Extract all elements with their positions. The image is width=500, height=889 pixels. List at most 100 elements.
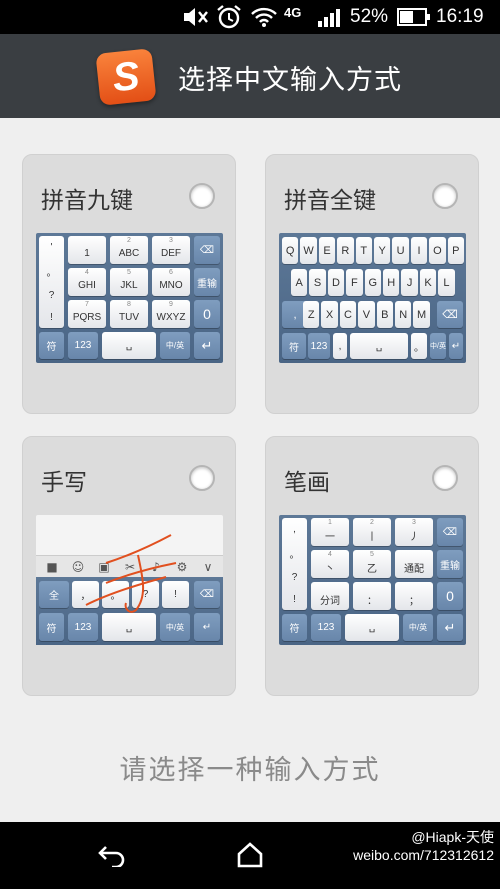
wifi-icon xyxy=(250,5,278,29)
page-title: 选择中文输入方式 xyxy=(178,65,402,96)
option-card-stroke[interactable]: 笔画 ,。?! 1一 2丨 3丿 4丶 5乙 通配 分词 ： ； ⌫ 重输 0 … xyxy=(265,436,479,696)
key: 符 xyxy=(39,613,64,641)
keyboard-preview-full-key: Q W E R T Y U I O P A S D F G H J K L, Z X C V B N M ⌫ 符 123, ␣。中/英 ↵ xyxy=(279,233,466,363)
toolbar-icon: ■ xyxy=(46,560,58,574)
key: ⌫ xyxy=(194,581,220,608)
key: 1 xyxy=(68,236,106,264)
key: 123 xyxy=(68,332,98,359)
key: A xyxy=(291,269,308,296)
key: K xyxy=(419,269,437,296)
key: 中/英 xyxy=(430,333,446,359)
clock: 16:19 xyxy=(436,6,484,27)
key: ： xyxy=(353,582,391,610)
key: B xyxy=(376,301,393,328)
key: 4 GHI xyxy=(68,268,106,296)
key: 分词 xyxy=(311,582,349,610)
key: M xyxy=(413,301,430,328)
hint-text: 请选择一种输入方式 xyxy=(119,755,381,786)
option-label: 拼音九键 xyxy=(41,188,133,214)
key: R xyxy=(337,237,354,264)
key: F xyxy=(346,269,363,296)
key: 1一 xyxy=(311,518,349,546)
key: O xyxy=(429,237,446,264)
space-key: ␣ xyxy=(102,332,156,359)
key: 8 TUV xyxy=(110,300,148,328)
key: 6 MNO xyxy=(152,268,190,296)
key: ␣ xyxy=(350,333,408,359)
mute-icon xyxy=(182,5,210,29)
punct-column: ,。?! xyxy=(282,518,307,610)
signal-icon xyxy=(316,5,346,29)
option-label: 手写 xyxy=(41,470,87,496)
battery-icon xyxy=(397,5,431,29)
space-key: ␣ xyxy=(345,614,399,641)
key: V xyxy=(358,301,375,328)
key: 4丶 xyxy=(311,550,349,578)
key: J xyxy=(401,269,418,296)
key: 符 xyxy=(282,614,307,641)
alarm-icon xyxy=(216,5,242,29)
key: P xyxy=(447,237,464,264)
watermark-handle: @Hiapk-天使 xyxy=(411,829,494,845)
navigation-bar: @Hiapk-天使 weibo.com/712312612 xyxy=(0,822,500,889)
key: N xyxy=(395,301,412,328)
key: S xyxy=(309,269,326,296)
key: ⌫ xyxy=(437,301,463,328)
watermark-url: weibo.com/712312612 xyxy=(353,847,494,863)
option-card-pinyin-nine-key[interactable]: 拼音九键 '。?! 1 2 ABC 3 DEF 4 GHI 5 JKL 6 MNO 7 PQ… xyxy=(22,154,236,414)
keyboard-preview-nine-key: '。?! 1 2 ABC 3 DEF 4 GHI 5 JKL 6 MNO 7 PQRS 8T… xyxy=(36,233,223,363)
backspace-key-icon: ⌫ xyxy=(437,518,463,546)
radio-button[interactable] xyxy=(189,183,215,209)
backspace-key-icon: ⌫ xyxy=(194,236,220,264)
back-icon[interactable] xyxy=(92,840,132,870)
key: D xyxy=(327,269,345,296)
key: 123 xyxy=(308,333,330,359)
key: 全 xyxy=(39,581,69,608)
toolbar-icon: ∨ xyxy=(203,560,213,574)
key: ↵ xyxy=(194,613,220,641)
key: , xyxy=(333,333,347,359)
handwriting-stroke-icon xyxy=(85,534,177,613)
punct-column: '。?! xyxy=(39,236,64,328)
key: 123 xyxy=(311,614,341,641)
key: 符 xyxy=(39,332,64,359)
key: 中/英 xyxy=(403,614,433,641)
keyboard-preview-stroke: ,。?! 1一 2丨 3丿 4丶 5乙 通配 分词 ： ； ⌫ 重输 0 符 1… xyxy=(279,515,466,645)
option-card-handwriting[interactable]: 手写 ■ ☺ ▣ ✂ ♪ ⚙ ∨ 全，。?! ⌫ 符 123 ␣ 中/英 ↵ xyxy=(22,436,236,696)
battery-level: 52% xyxy=(350,6,389,27)
key: G xyxy=(364,269,381,296)
key: Q xyxy=(282,237,299,264)
key: 2丨 xyxy=(353,518,391,546)
radio-button[interactable] xyxy=(432,183,458,209)
key: 。 xyxy=(411,333,427,359)
key: 2 ABC xyxy=(110,236,148,264)
key: 3丿 xyxy=(395,518,433,546)
key: U xyxy=(392,237,409,264)
sogou-logo-icon: S xyxy=(95,48,157,106)
enter-key-icon: ↵ xyxy=(194,332,220,359)
radio-button[interactable] xyxy=(432,465,458,491)
radio-button[interactable] xyxy=(189,465,215,491)
option-label: 笔画 xyxy=(284,470,330,496)
watermark: @Hiapk-天使 weibo.com/712312612 xyxy=(353,828,494,864)
option-card-pinyin-full-key[interactable]: 拼音全键 Q W E R T Y U I O P A S D F G H J K L, Z X C V B N M ⌫ 符 123, ␣。… xyxy=(265,154,479,414)
key: 中/英 xyxy=(160,332,190,359)
home-icon[interactable] xyxy=(230,840,270,870)
key: 重输 xyxy=(194,268,220,296)
key: I xyxy=(410,237,428,264)
key: W xyxy=(300,237,317,264)
key: 3 DEF xyxy=(152,236,190,264)
key: 重输 xyxy=(437,550,463,578)
key: L xyxy=(438,269,455,296)
key: Y xyxy=(374,237,391,264)
key: E xyxy=(318,237,336,264)
title-bar: S 选择中文输入方式 xyxy=(0,34,500,118)
key: C xyxy=(339,301,357,328)
key: 0 xyxy=(437,582,463,610)
key: 0 xyxy=(194,300,220,328)
key: 5 JKL xyxy=(110,268,148,296)
key: 符 xyxy=(282,333,306,359)
key: Z xyxy=(303,301,320,328)
status-bar: 4G 52% 16:19 xyxy=(0,0,500,34)
key: X xyxy=(321,301,338,328)
